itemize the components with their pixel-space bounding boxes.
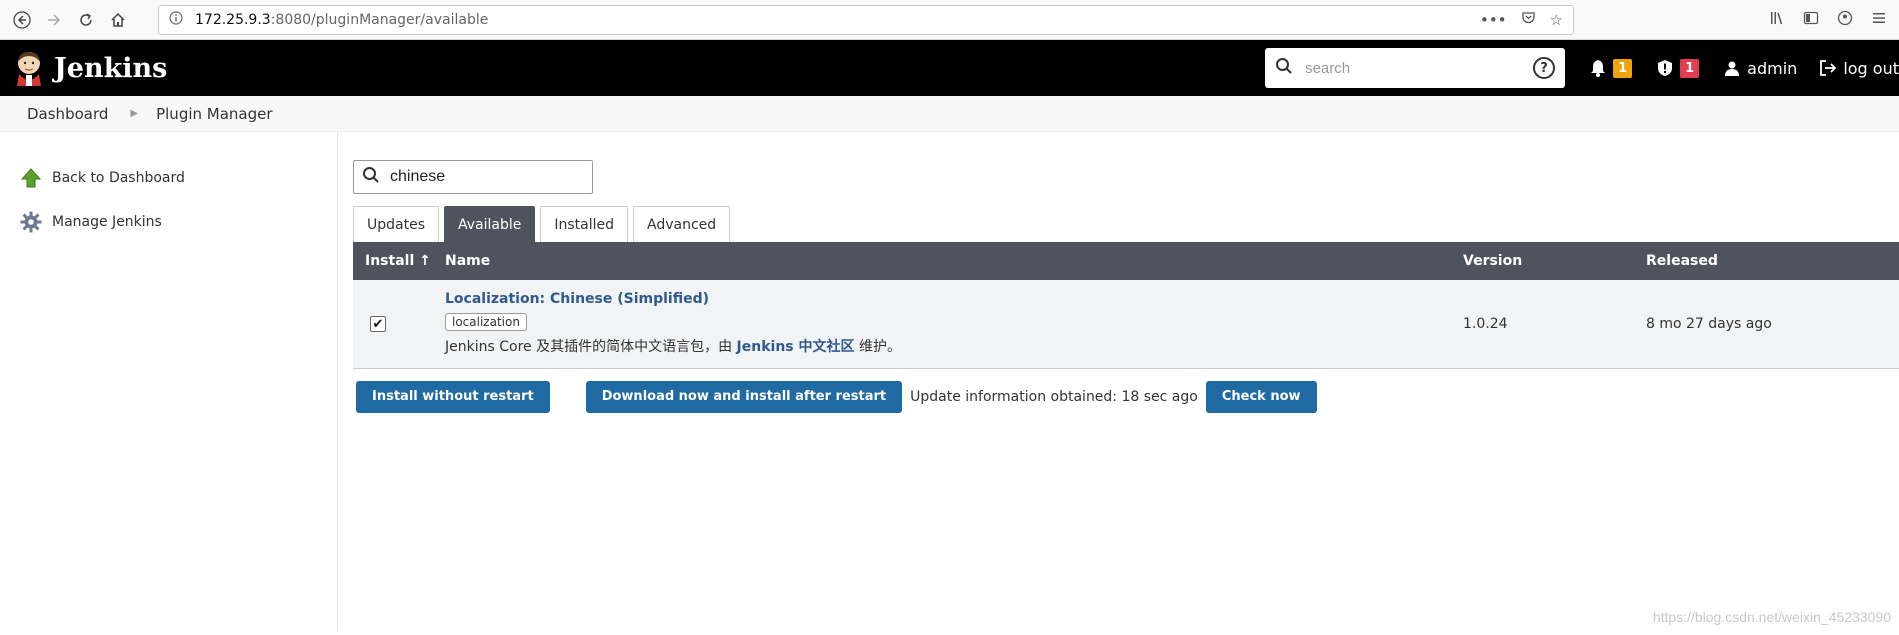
browser-toolbar: 172.25.9.3 :8080/pluginManager/available… bbox=[0, 0, 1899, 40]
account-icon[interactable] bbox=[1837, 10, 1853, 30]
logout-icon bbox=[1819, 59, 1837, 77]
plugin-label-tag[interactable]: localization bbox=[445, 313, 527, 332]
more-icon[interactable]: ••• bbox=[1480, 11, 1507, 29]
logout-link[interactable]: log out bbox=[1819, 59, 1899, 78]
check-now-button[interactable]: Check now bbox=[1205, 380, 1317, 413]
action-row: Install without restart Download now and… bbox=[353, 380, 1899, 413]
community-link[interactable]: Jenkins 中文社区 bbox=[737, 339, 855, 355]
logo-text: Jenkins bbox=[54, 52, 168, 84]
url-host: 172.25.9.3 bbox=[195, 11, 271, 28]
plugin-description: Jenkins Core 及其插件的简体中文语言包，由 Jenkins 中文社区… bbox=[445, 336, 1451, 356]
plugin-name-link[interactable]: Localization: Chinese (Simplified) bbox=[445, 291, 1451, 307]
url-path: :8080/pluginManager/available bbox=[270, 11, 489, 28]
sidebar-icon[interactable] bbox=[1803, 10, 1819, 30]
security-badge: 1 bbox=[1680, 58, 1700, 78]
breadcrumb-plugin-manager[interactable]: Plugin Manager bbox=[156, 105, 272, 123]
description-text: Jenkins Core 及其插件的简体中文语言包，由 bbox=[445, 339, 737, 356]
user-name: admin bbox=[1747, 58, 1798, 78]
column-released[interactable]: Released bbox=[1634, 242, 1899, 280]
info-icon[interactable] bbox=[169, 10, 183, 29]
jenkins-butler-icon bbox=[14, 50, 44, 86]
description-suffix: 维护。 bbox=[854, 339, 901, 356]
bookmark-star-icon[interactable]: ☆ bbox=[1550, 11, 1563, 29]
breadcrumb: Dashboard ▶ Plugin Manager bbox=[0, 96, 1899, 132]
plugin-released: 8 mo 27 days ago bbox=[1646, 315, 1772, 332]
sidebar-item-label: Manage Jenkins bbox=[52, 214, 162, 230]
forward-icon[interactable] bbox=[40, 6, 68, 34]
up-arrow-icon bbox=[20, 167, 42, 189]
menu-icon[interactable] bbox=[1871, 10, 1887, 30]
search-icon bbox=[1275, 57, 1293, 79]
gear-icon bbox=[20, 211, 42, 233]
plugin-version: 1.0.24 bbox=[1463, 315, 1508, 332]
plugins-table: Install ↑ Name Version Released ✔ Locali… bbox=[353, 242, 1899, 369]
notifications-badge: 1 bbox=[1613, 58, 1633, 78]
user-menu[interactable]: admin bbox=[1723, 59, 1797, 78]
home-icon[interactable] bbox=[104, 6, 132, 34]
plugin-tabs: Updates Available Installed Advanced bbox=[353, 206, 1899, 242]
download-install-after-restart-button[interactable]: Download now and install after restart bbox=[585, 380, 903, 413]
jenkins-logo[interactable]: Jenkins bbox=[14, 50, 167, 86]
breadcrumb-separator-icon: ▶ bbox=[130, 108, 139, 119]
sidebar: Back to Dashboard Manage Jenkins bbox=[0, 132, 338, 630]
column-version[interactable]: Version bbox=[1451, 242, 1634, 280]
search-icon bbox=[362, 166, 380, 188]
help-icon[interactable]: ? bbox=[1533, 57, 1556, 79]
back-icon[interactable] bbox=[8, 6, 36, 34]
url-bar[interactable]: 172.25.9.3 :8080/pluginManager/available… bbox=[158, 4, 1574, 35]
column-name[interactable]: Name bbox=[433, 242, 1451, 280]
library-icon[interactable] bbox=[1769, 10, 1785, 30]
tab-updates[interactable]: Updates bbox=[353, 206, 439, 242]
security-monitor[interactable]: 1 bbox=[1656, 58, 1700, 78]
search-box[interactable]: ? bbox=[1265, 48, 1566, 88]
breadcrumb-dashboard[interactable]: Dashboard bbox=[27, 105, 108, 123]
tab-installed[interactable]: Installed bbox=[540, 206, 629, 242]
update-info-text: Update information obtained: 18 sec ago bbox=[910, 388, 1198, 405]
filter-input[interactable] bbox=[390, 168, 580, 186]
tab-advanced[interactable]: Advanced bbox=[633, 206, 731, 242]
jenkins-header: Jenkins ? 1 1 admin bbox=[0, 40, 1899, 96]
reload-icon[interactable] bbox=[72, 6, 100, 34]
bell-icon bbox=[1589, 59, 1607, 77]
logout-label: log out bbox=[1843, 58, 1899, 78]
plugin-filter[interactable] bbox=[353, 160, 593, 194]
install-without-restart-button[interactable]: Install without restart bbox=[356, 380, 550, 413]
user-icon bbox=[1723, 59, 1741, 77]
notifications[interactable]: 1 bbox=[1589, 58, 1633, 78]
column-install[interactable]: Install ↑ bbox=[353, 242, 433, 280]
install-checkbox[interactable]: ✔ bbox=[370, 316, 386, 332]
search-input[interactable] bbox=[1305, 59, 1534, 77]
sidebar-item-label: Back to Dashboard bbox=[52, 170, 185, 186]
tab-available[interactable]: Available bbox=[444, 206, 536, 242]
shield-icon bbox=[1656, 59, 1674, 77]
table-header-row: Install ↑ Name Version Released bbox=[353, 242, 1899, 280]
watermark-text: https://blog.csdn.net/weixin_45233090 bbox=[1652, 609, 1891, 625]
table-row: ✔ Localization: Chinese (Simplified) loc… bbox=[353, 280, 1899, 368]
sidebar-item-back-to-dashboard[interactable]: Back to Dashboard bbox=[0, 156, 337, 200]
pocket-icon[interactable] bbox=[1521, 10, 1536, 29]
main-content: Updates Available Installed Advanced Ins… bbox=[338, 132, 1899, 630]
sidebar-item-manage-jenkins[interactable]: Manage Jenkins bbox=[0, 200, 337, 244]
